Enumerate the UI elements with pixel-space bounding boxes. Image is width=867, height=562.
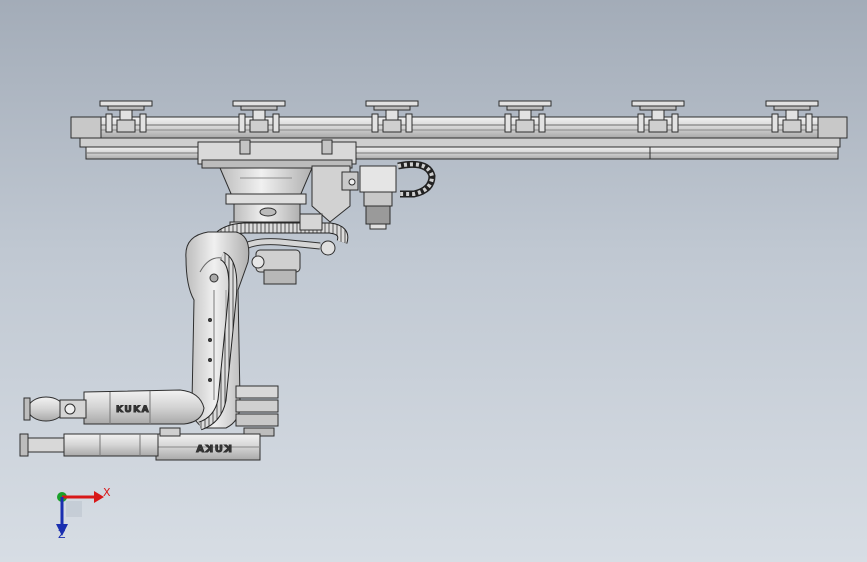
robot-wrist-lower: [19, 433, 159, 457]
energy-chain: [359, 160, 436, 230]
robot-wrist-upper: [23, 396, 87, 422]
triad-z-label: Z: [58, 528, 66, 541]
brand-label-lower: KUKA: [195, 444, 232, 455]
robot-model-drawing[interactable]: KUKA KUKA: [0, 0, 867, 562]
elbow-motors: [235, 385, 279, 437]
graphics-viewport[interactable]: KUKA KUKA X Z: [0, 0, 867, 562]
brand-label-upper: KUKA: [116, 405, 150, 415]
robot-forearm: KUKA: [83, 389, 205, 425]
gantry-rail: [70, 116, 848, 160]
shoulder-motor: [251, 249, 301, 285]
triad-x-label: X: [103, 486, 111, 499]
